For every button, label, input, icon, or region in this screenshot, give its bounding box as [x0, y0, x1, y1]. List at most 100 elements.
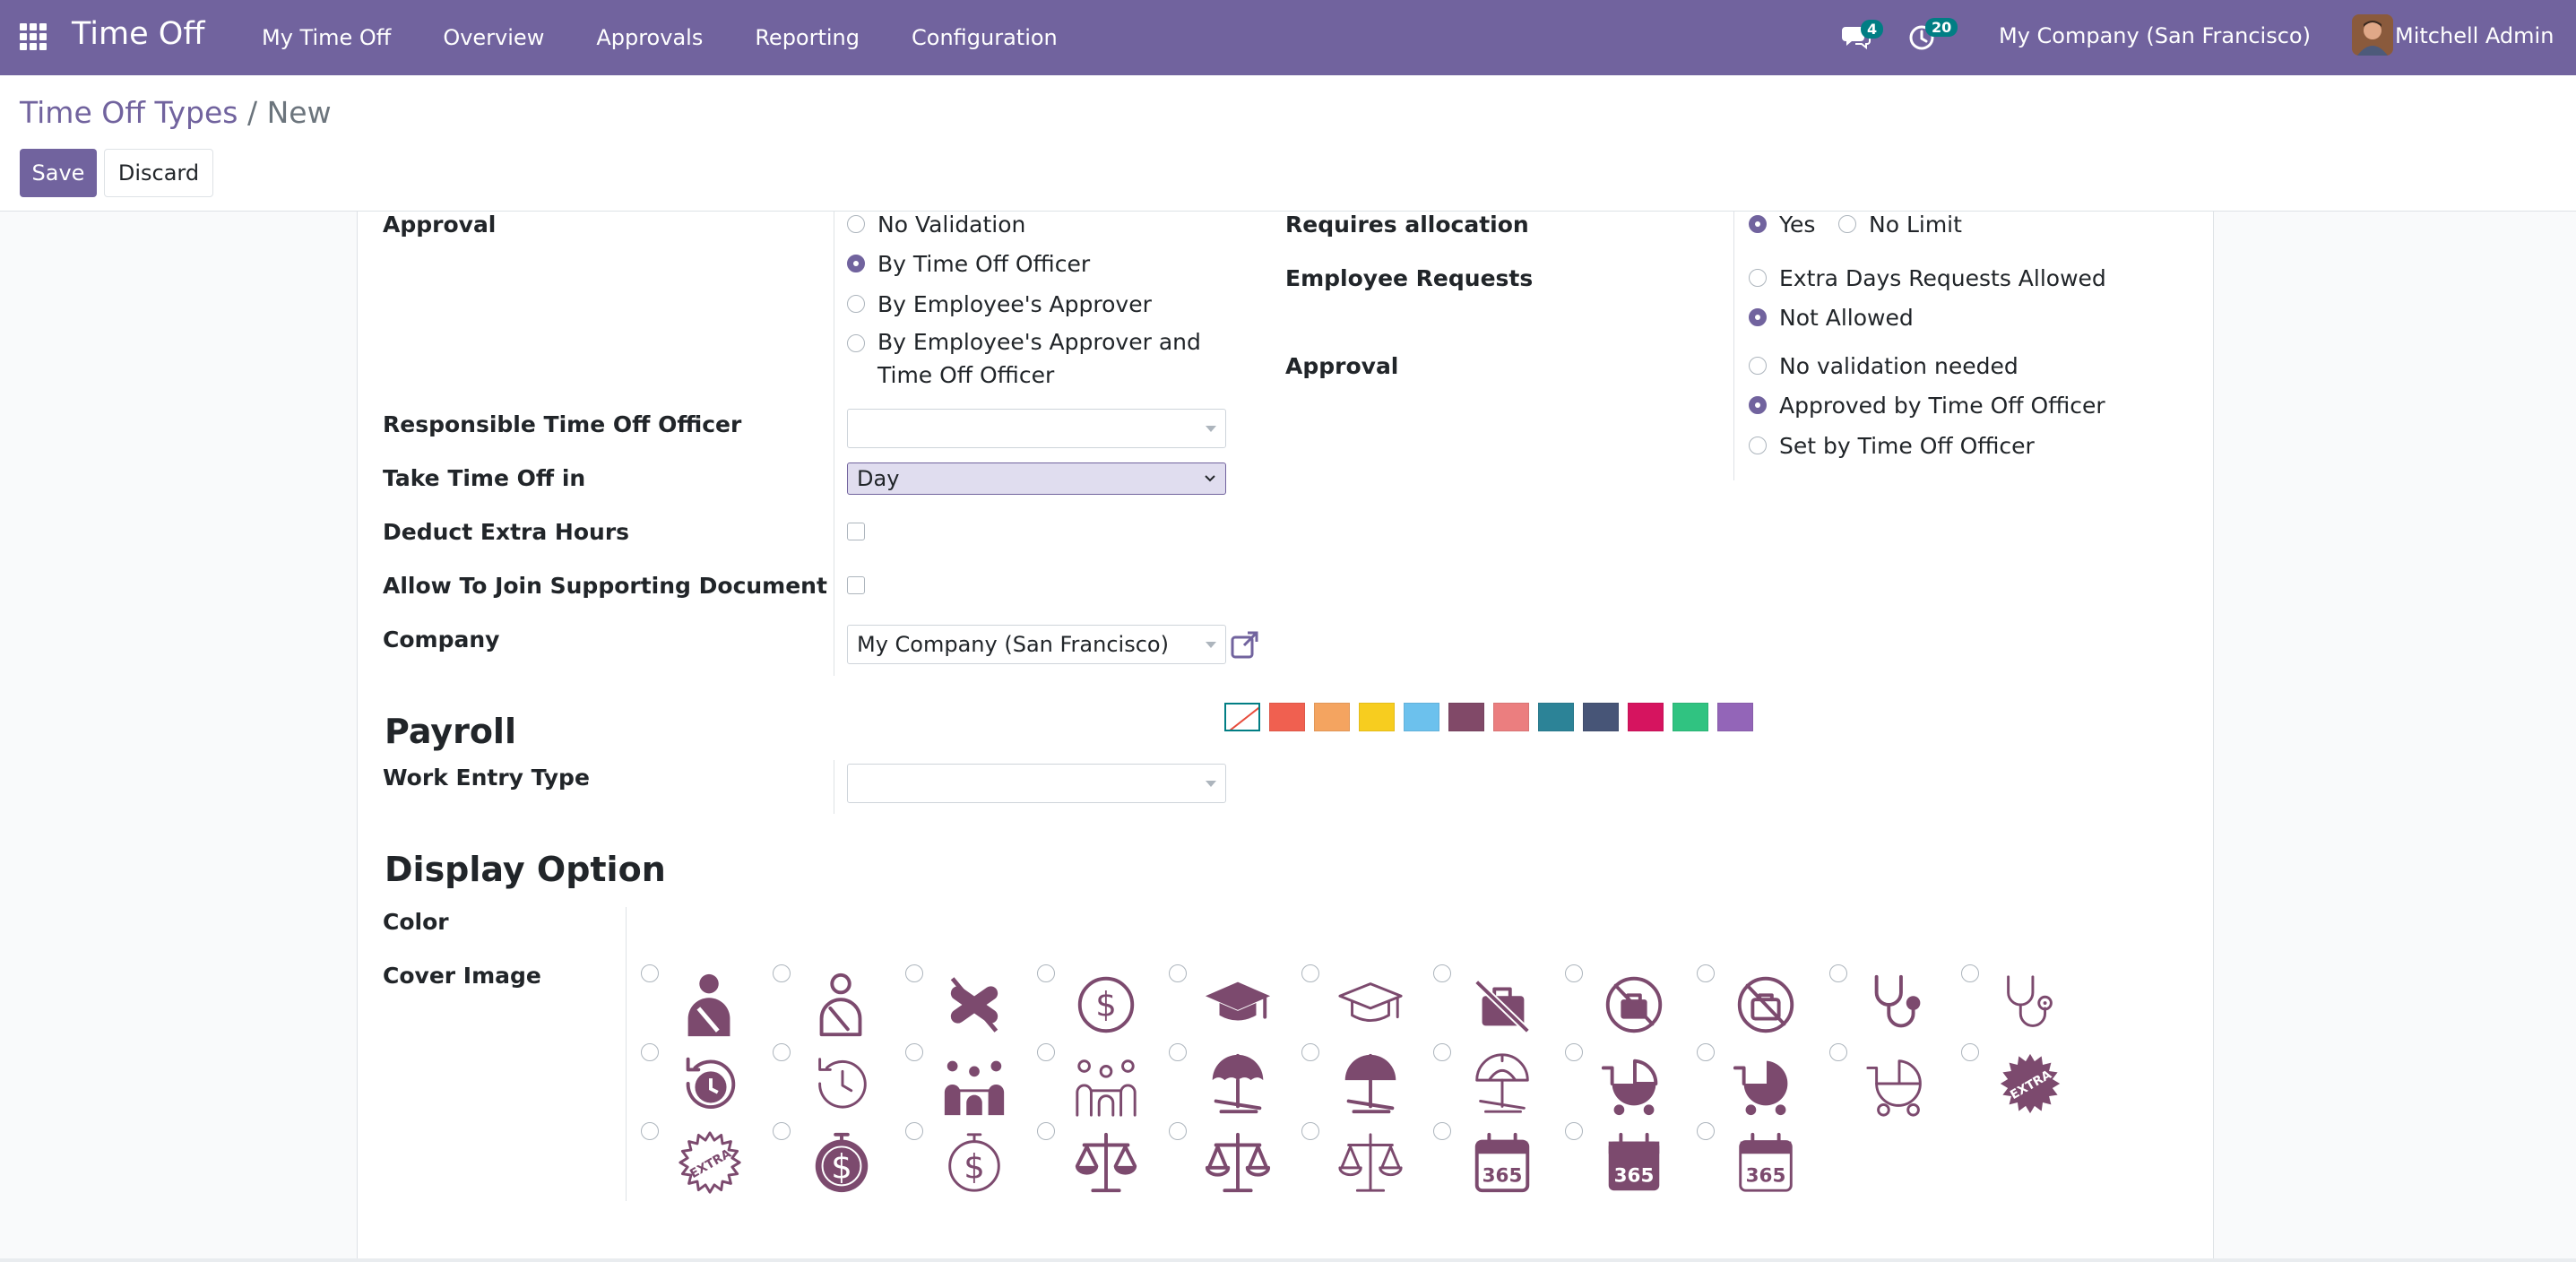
cover-image-option[interactable] — [1565, 1043, 1697, 1122]
color-swatch-8[interactable] — [1583, 703, 1619, 731]
radio-allocation-yes[interactable] — [1749, 215, 1767, 233]
cover-image-option[interactable] — [1169, 1122, 1301, 1201]
color-swatch-9[interactable] — [1628, 703, 1664, 731]
cover-image-option[interactable] — [1565, 964, 1697, 1043]
cover-image-radio[interactable] — [1697, 964, 1716, 982]
cover-image-radio[interactable] — [1036, 964, 1055, 982]
cover-image-radio[interactable] — [904, 1122, 923, 1140]
menu-overview[interactable]: Overview — [443, 25, 544, 50]
cover-image-option[interactable]: $ — [773, 1122, 904, 1201]
responsible-officer-input[interactable] — [847, 409, 1226, 448]
cover-image-radio[interactable] — [641, 1122, 659, 1140]
discard-button[interactable]: Discard — [104, 149, 213, 197]
color-swatch-1[interactable] — [1269, 703, 1305, 731]
color-swatch-7[interactable] — [1538, 703, 1574, 731]
deduct-extra-hours-checkbox[interactable] — [847, 523, 865, 540]
cover-image-option[interactable] — [1036, 1122, 1169, 1201]
external-link-icon[interactable] — [1230, 629, 1260, 660]
cover-image-radio[interactable] — [1432, 964, 1451, 982]
color-swatch-none[interactable] — [1224, 703, 1260, 731]
radio-extra-days-allowed[interactable] — [1749, 269, 1767, 287]
supporting-doc-checkbox[interactable] — [847, 576, 865, 594]
cover-image-option[interactable] — [1961, 964, 2093, 1043]
company-input[interactable]: My Company (San Francisco) — [847, 625, 1226, 664]
color-swatch-10[interactable] — [1673, 703, 1708, 731]
alloc-approval-approved[interactable]: Approved by Time Off Officer — [1749, 393, 2105, 419]
cover-image-option[interactable] — [1432, 1043, 1565, 1122]
cover-image-radio[interactable] — [1565, 1043, 1584, 1061]
cover-image-radio[interactable] — [773, 1122, 791, 1140]
cover-image-radio[interactable] — [1169, 1122, 1188, 1140]
cover-image-radio[interactable] — [641, 964, 659, 982]
cover-image-radio[interactable] — [1961, 964, 1979, 982]
cover-image-option[interactable] — [1432, 964, 1565, 1043]
approval-option-both[interactable]: By Employee's Approver and Time Off Offi… — [847, 329, 1201, 392]
requires-allocation-yes[interactable]: Yes — [1749, 212, 1815, 238]
cover-image-radio[interactable] — [1432, 1043, 1451, 1061]
color-swatch-11[interactable] — [1717, 703, 1753, 731]
cover-image-radio[interactable] — [641, 1043, 659, 1061]
cover-image-radio[interactable] — [1697, 1122, 1716, 1140]
approval-option-officer[interactable]: By Time Off Officer — [847, 251, 1090, 277]
cover-image-option[interactable]: EXTRA — [1961, 1043, 2093, 1122]
approval-option-employee-approver[interactable]: By Employee's Approver — [847, 291, 1152, 317]
employee-requests-not-allowed[interactable]: Not Allowed — [1749, 305, 1914, 331]
cover-image-option[interactable] — [773, 1043, 904, 1122]
app-title[interactable]: Time Off — [72, 16, 204, 52]
menu-my-time-off[interactable]: My Time Off — [262, 25, 391, 50]
cover-image-radio[interactable] — [1828, 964, 1847, 982]
cover-image-option[interactable] — [1169, 964, 1301, 1043]
cover-image-option[interactable] — [1697, 964, 1828, 1043]
employee-requests-extra[interactable]: Extra Days Requests Allowed — [1749, 265, 2106, 291]
cover-image-radio[interactable] — [904, 1043, 923, 1061]
user-menu[interactable]: Mitchell Admin — [2395, 23, 2554, 48]
radio-by-employee-approver[interactable] — [847, 295, 865, 313]
cover-image-option[interactable] — [904, 964, 1037, 1043]
cover-image-radio[interactable] — [1301, 1122, 1319, 1140]
menu-configuration[interactable]: Configuration — [912, 25, 1058, 50]
color-swatch-6[interactable] — [1493, 703, 1529, 731]
menu-approvals[interactable]: Approvals — [596, 25, 703, 50]
requires-allocation-no-limit[interactable]: No Limit — [1838, 212, 1962, 238]
breadcrumb-parent[interactable]: Time Off Types — [20, 95, 238, 130]
cover-image-radio[interactable] — [1301, 964, 1319, 982]
cover-image-option[interactable]: 365 — [1565, 1122, 1697, 1201]
color-swatch-4[interactable] — [1404, 703, 1439, 731]
color-swatch-5[interactable] — [1448, 703, 1484, 731]
cover-image-radio[interactable] — [1169, 1043, 1188, 1061]
cover-image-option[interactable] — [1301, 1043, 1433, 1122]
user-avatar[interactable] — [2352, 14, 2393, 56]
cover-image-radio[interactable] — [1828, 1043, 1847, 1061]
cover-image-radio[interactable] — [773, 1043, 791, 1061]
company-switcher[interactable]: My Company (San Francisco) — [1999, 23, 2311, 48]
cover-image-option[interactable] — [1036, 1043, 1169, 1122]
cover-image-radio[interactable] — [1036, 1043, 1055, 1061]
cover-image-option[interactable]: $ — [1036, 964, 1169, 1043]
cover-image-radio[interactable] — [773, 964, 791, 982]
cover-image-radio[interactable] — [1169, 964, 1188, 982]
cover-image-option[interactable]: 365 — [1697, 1122, 1828, 1201]
radio-no-validation[interactable] — [847, 215, 865, 233]
approval-option-no-validation[interactable]: No Validation — [847, 212, 1025, 238]
cover-image-option[interactable]: 365 — [1432, 1122, 1565, 1201]
radio-by-officer[interactable] — [847, 255, 865, 272]
cover-image-option[interactable] — [641, 964, 773, 1043]
radio-allocation-no-limit[interactable] — [1838, 215, 1856, 233]
cover-image-option[interactable] — [1301, 964, 1433, 1043]
take-time-off-select[interactable]: Day — [847, 462, 1226, 495]
cover-image-option[interactable] — [1301, 1122, 1433, 1201]
cover-image-option[interactable] — [641, 1043, 773, 1122]
cover-image-option[interactable] — [1828, 964, 1961, 1043]
cover-image-radio[interactable] — [1036, 1122, 1055, 1140]
alloc-approval-no-validation[interactable]: No validation needed — [1749, 353, 2018, 379]
cover-image-option[interactable]: $ — [904, 1122, 1037, 1201]
color-swatch-3[interactable] — [1359, 703, 1395, 731]
cover-image-radio[interactable] — [904, 964, 923, 982]
cover-image-option[interactable] — [1828, 1043, 1961, 1122]
cover-image-option[interactable] — [773, 964, 904, 1043]
cover-image-radio[interactable] — [1565, 964, 1584, 982]
cover-image-option[interactable] — [1169, 1043, 1301, 1122]
menu-reporting[interactable]: Reporting — [755, 25, 860, 50]
radio-no-validation-needed[interactable] — [1749, 357, 1767, 375]
radio-by-both[interactable] — [847, 334, 865, 352]
